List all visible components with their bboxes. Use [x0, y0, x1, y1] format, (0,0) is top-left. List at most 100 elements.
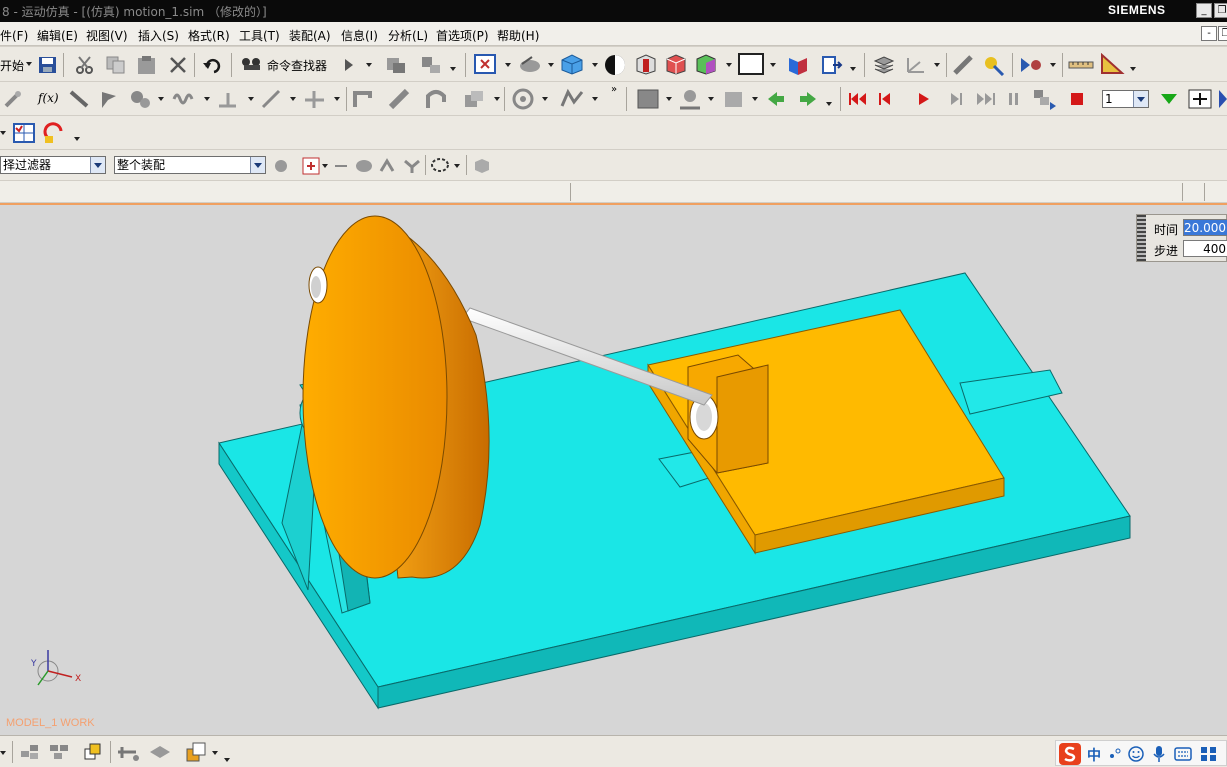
dropdown-icon[interactable] [334, 97, 340, 101]
background-icon[interactable] [738, 53, 764, 75]
overflow-icon[interactable]: » [611, 84, 617, 95]
reference-set-icon[interactable] [82, 742, 104, 762]
refresh-arc-icon[interactable] [42, 121, 68, 145]
undo-selection-icon[interactable] [332, 158, 350, 174]
play-direction-icon[interactable] [1160, 93, 1178, 105]
dropdown-icon[interactable] [752, 97, 758, 101]
chevron-down-icon[interactable] [1133, 91, 1148, 107]
triangle-ruler-icon[interactable] [1100, 53, 1126, 75]
graphics-viewport[interactable]: Y X MODEL_1 WORK [0, 203, 1227, 735]
measure-icon[interactable] [952, 54, 976, 76]
frame-select[interactable]: 1 [1102, 90, 1149, 108]
ruler-icon[interactable] [1068, 54, 1094, 76]
previous-step-icon[interactable] [766, 90, 786, 108]
contact-icon[interactable] [352, 88, 376, 110]
fast-forward-end-icon[interactable] [976, 92, 996, 106]
type-filter-select[interactable]: 择过滤器 [0, 156, 106, 174]
time-input[interactable] [1183, 219, 1227, 236]
edge-display-icon[interactable] [634, 53, 658, 75]
hidden-edge-icon[interactable] [664, 53, 688, 75]
dropdown-icon[interactable] [1130, 67, 1136, 71]
doc-minimize-button[interactable]: - [1201, 26, 1217, 41]
wcs-icon[interactable] [904, 54, 930, 76]
animation-design-icon[interactable] [1218, 89, 1227, 109]
gear-icon[interactable] [128, 88, 152, 110]
emoji-icon[interactable] [1128, 746, 1144, 762]
dropdown-icon[interactable] [494, 97, 500, 101]
dropdown-icon[interactable] [322, 164, 328, 168]
dropdown-icon[interactable] [158, 97, 164, 101]
ime-language-toggle[interactable]: 中 [1087, 745, 1101, 765]
dropdown-icon[interactable] [770, 63, 776, 67]
next-step-icon[interactable] [798, 90, 818, 108]
dropdown-icon[interactable] [1050, 63, 1056, 67]
load-icon[interactable] [260, 88, 284, 110]
snap-icon[interactable] [1188, 89, 1212, 109]
menu-analysis[interactable]: 分析(L) [388, 27, 428, 44]
dropdown-icon[interactable] [0, 131, 6, 135]
doc-restore-button[interactable]: ❐ [1218, 26, 1227, 41]
part-filter-icon[interactable] [472, 157, 492, 175]
assembly-navigator-icon[interactable] [18, 742, 42, 762]
dropdown-icon[interactable] [454, 164, 460, 168]
component-filter-icon[interactable] [378, 157, 398, 175]
trace-icon[interactable] [424, 88, 448, 110]
step-input[interactable] [1183, 240, 1227, 257]
panel-grip-handle[interactable] [1137, 215, 1146, 261]
dropdown-icon[interactable] [224, 758, 230, 762]
dropdown-icon[interactable] [592, 97, 598, 101]
menu-tools[interactable]: 工具(T) [239, 27, 280, 44]
edge-filter-icon[interactable] [402, 157, 422, 175]
dropdown-icon[interactable] [826, 102, 832, 106]
menu-view[interactable]: 视图(V) [86, 27, 128, 44]
command-finder-icon[interactable] [240, 56, 264, 74]
link-icon[interactable] [2, 88, 24, 110]
copy-icon[interactable] [105, 55, 127, 75]
general-selection-icon[interactable] [302, 157, 322, 175]
microphone-icon[interactable] [1152, 745, 1166, 763]
menu-format[interactable]: 格式(R) [188, 27, 230, 44]
selection-scope-select[interactable]: 整个装配 [114, 156, 266, 174]
dropdown-icon[interactable] [204, 97, 210, 101]
stop-icon[interactable] [1070, 92, 1084, 106]
solver-icon[interactable] [510, 88, 536, 110]
render-style-icon[interactable] [604, 54, 626, 76]
motion-object-icon[interactable] [116, 742, 142, 762]
chevron-down-icon[interactable] [90, 157, 105, 173]
dropdown-icon[interactable] [726, 63, 732, 67]
assembly-icon[interactable] [384, 55, 408, 75]
dropdown-icon[interactable] [666, 97, 672, 101]
save-icon[interactable] [38, 56, 58, 74]
joint-icon[interactable] [68, 88, 90, 110]
spreadsheet-icon[interactable] [636, 88, 660, 110]
dropdown-icon[interactable] [505, 63, 511, 67]
toolbox-icon[interactable] [1200, 746, 1218, 762]
marker-icon[interactable] [98, 88, 120, 110]
menu-preferences[interactable]: 首选项(P) [436, 27, 489, 44]
mechanism-model[interactable]: Y X [0, 205, 1227, 737]
menu-help[interactable]: 帮助(H) [497, 27, 539, 44]
dropdown-icon[interactable] [934, 63, 940, 67]
solid-filter-icon[interactable] [354, 157, 374, 175]
minimize-button[interactable]: _ [1196, 3, 1212, 18]
packaging-icon[interactable] [462, 88, 486, 110]
sogou-logo-icon[interactable] [1058, 742, 1082, 766]
fit-view-icon[interactable] [474, 54, 496, 74]
gear-filter-icon[interactable] [272, 157, 292, 175]
flywheel[interactable] [302, 215, 490, 579]
dropdown-icon[interactable] [0, 751, 6, 755]
punctuation-icon[interactable] [1108, 747, 1122, 761]
loop-playback-icon[interactable] [1032, 88, 1058, 110]
layer-settings-icon[interactable] [872, 54, 896, 76]
keyboard-icon[interactable] [1174, 747, 1192, 761]
menu-edit[interactable]: 编辑(E) [37, 27, 78, 44]
interference-icon[interactable] [388, 88, 412, 110]
point-on-curve-icon[interactable] [678, 88, 702, 110]
dropdown-icon[interactable] [592, 63, 598, 67]
dropdown-icon[interactable] [708, 97, 714, 101]
restore-button[interactable]: ❐ [1214, 3, 1227, 18]
check-grid-icon[interactable] [12, 122, 36, 144]
play-icon[interactable] [918, 92, 930, 106]
clipping-icon[interactable] [820, 54, 844, 76]
paste-icon[interactable] [136, 55, 158, 75]
